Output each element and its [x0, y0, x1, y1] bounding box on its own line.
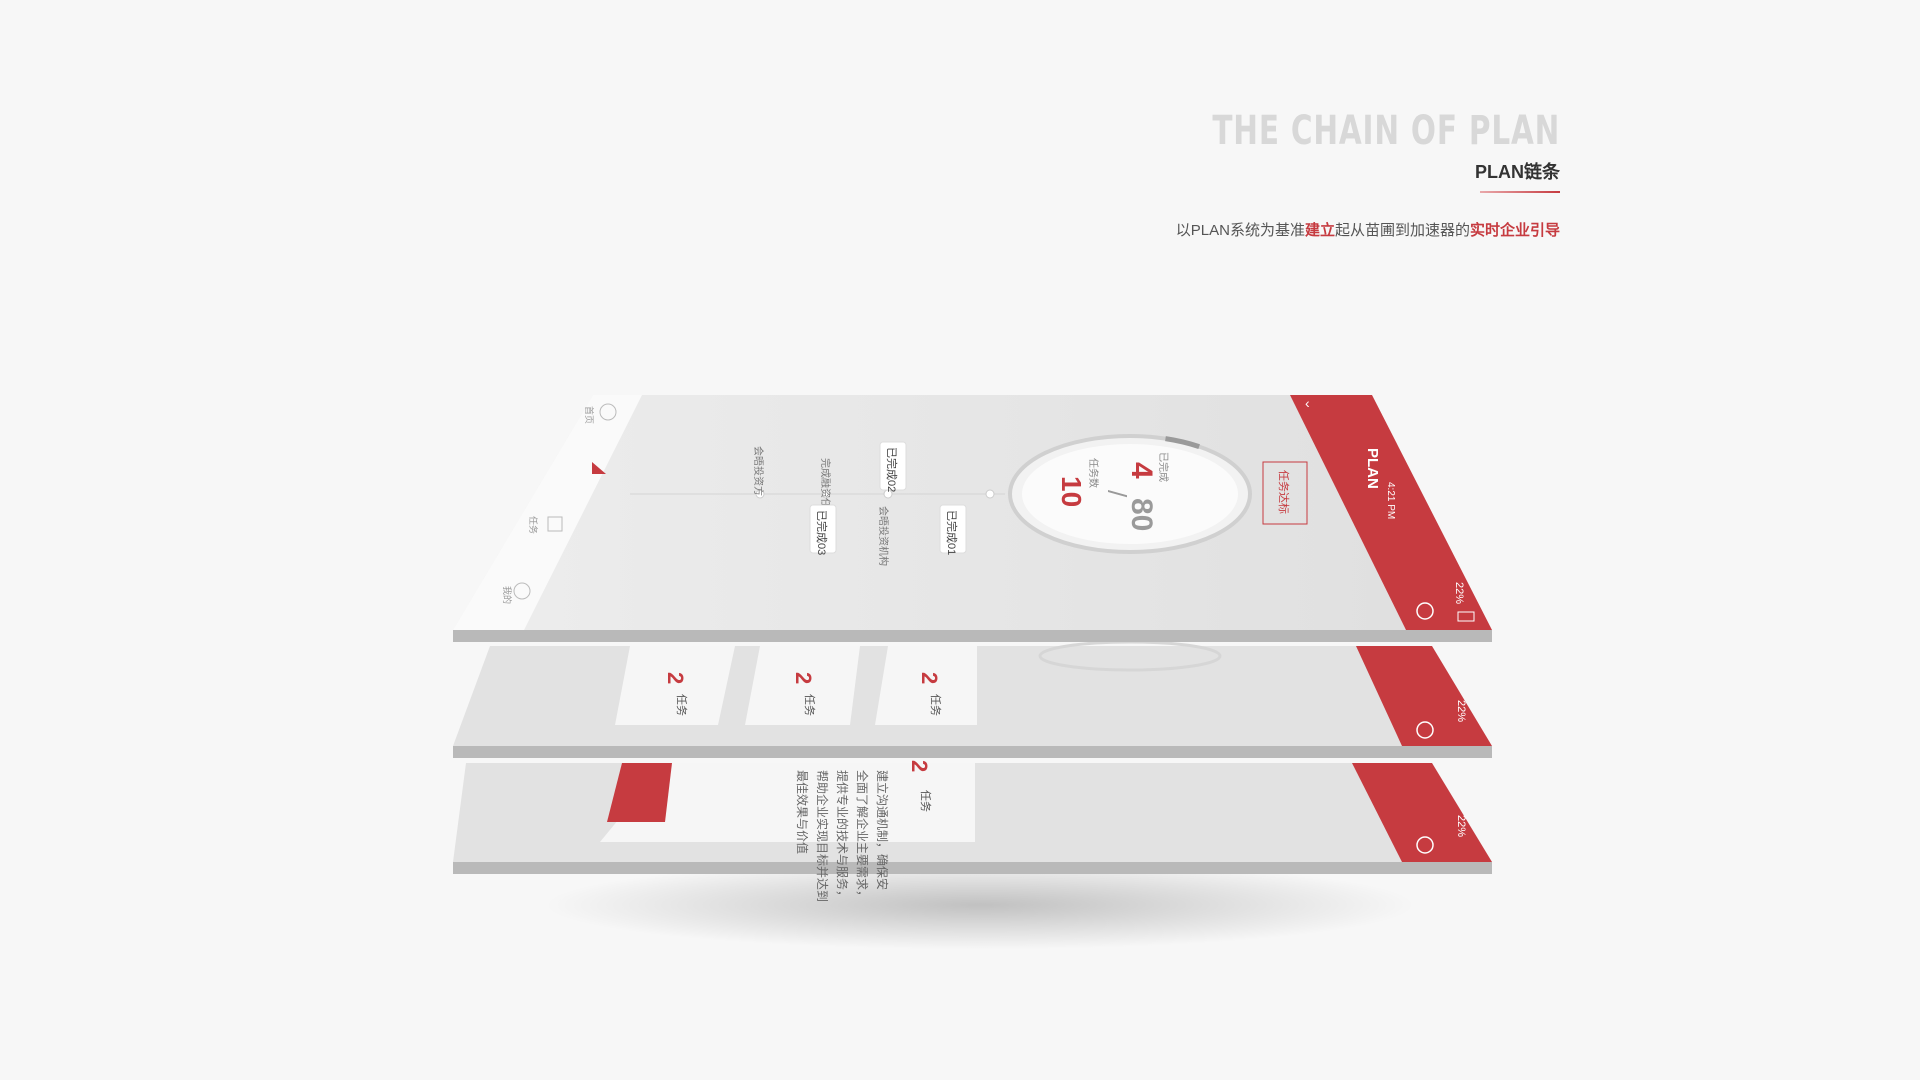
card-1-unit: 任务 [675, 694, 688, 716]
article-line-1: 建立沟通机制，确保安 [875, 770, 890, 890]
card-2-unit: 任务 [803, 694, 816, 716]
app-brand: PLAN [1364, 448, 1381, 489]
card-row [615, 646, 977, 725]
tab-label-task: 任务 [528, 516, 539, 534]
article-line-3: 提供专业的技术与服务， [835, 770, 850, 902]
status-time: 4:21 PM [1385, 482, 1396, 519]
article-num: 2 [907, 760, 932, 772]
timeline-dot-1 [985, 489, 995, 499]
layer2-battery: 22% [1455, 700, 1467, 722]
article-lines: 建立沟通机制，确保安 全面了解企业主要需求， 提供专业的技术与服务， 帮助企业实… [795, 770, 890, 902]
card-2-num: 2 [791, 672, 816, 684]
article-unit: 任务 [919, 790, 932, 812]
ring-slash: / [1102, 490, 1132, 498]
layer3-battery: 22% [1455, 815, 1467, 837]
ring-count: 10 [1056, 476, 1087, 507]
tab-label-home: 首页 [584, 406, 595, 424]
ring-total: 80 [1125, 498, 1158, 531]
card-3-num: 2 [917, 672, 942, 684]
timeline-tag-1-text: 已完成01 [945, 510, 959, 555]
card-3-unit: 任务 [929, 694, 942, 716]
timeline-tag-3-text: 已完成03 [815, 510, 829, 555]
screen-layer-3: 2 任务 建立沟通机制，确保安 全面了解企业主要需求， 提供专业的技术与服务， … [453, 760, 1492, 902]
stat-card-1[interactable] [615, 646, 735, 725]
phone-stack: 2 任务 建立沟通机制，确保安 全面了解企业主要需求， 提供专业的技术与服务， … [453, 395, 1492, 902]
status-battery: 22% [1453, 582, 1465, 604]
ring-label-sub: 任务数 [1087, 458, 1100, 488]
task-stamp: 任务达标 [1277, 470, 1291, 514]
back-icon[interactable]: ‹ [1305, 395, 1310, 411]
stat-card-3[interactable] [875, 646, 977, 725]
card-1-num: 2 [663, 672, 688, 684]
screen-layer-2: 2 任务 2 任务 2 任务 22% [453, 640, 1492, 758]
article-line-2: 全面了解企业主要需求， [855, 770, 870, 902]
tab-label-me: 我的 [502, 586, 513, 604]
timeline-tag-2-text: 已完成02 [885, 447, 899, 492]
timeline-note-3: 会晤投资方 [752, 446, 765, 496]
article-line-5: 最佳效果与价值 [795, 770, 810, 854]
ring-done: 4 [1125, 462, 1158, 479]
screen-layer-1: PLAN 4:21 PM ‹ 22% 任务达标 已完成 4 / 80 任务数 1… [453, 395, 1492, 642]
timeline-note-1: 会晤投资机构 [877, 506, 890, 566]
stat-card-2[interactable] [745, 646, 860, 725]
article-line-4: 帮助企业实现目标并达到 [815, 770, 830, 902]
